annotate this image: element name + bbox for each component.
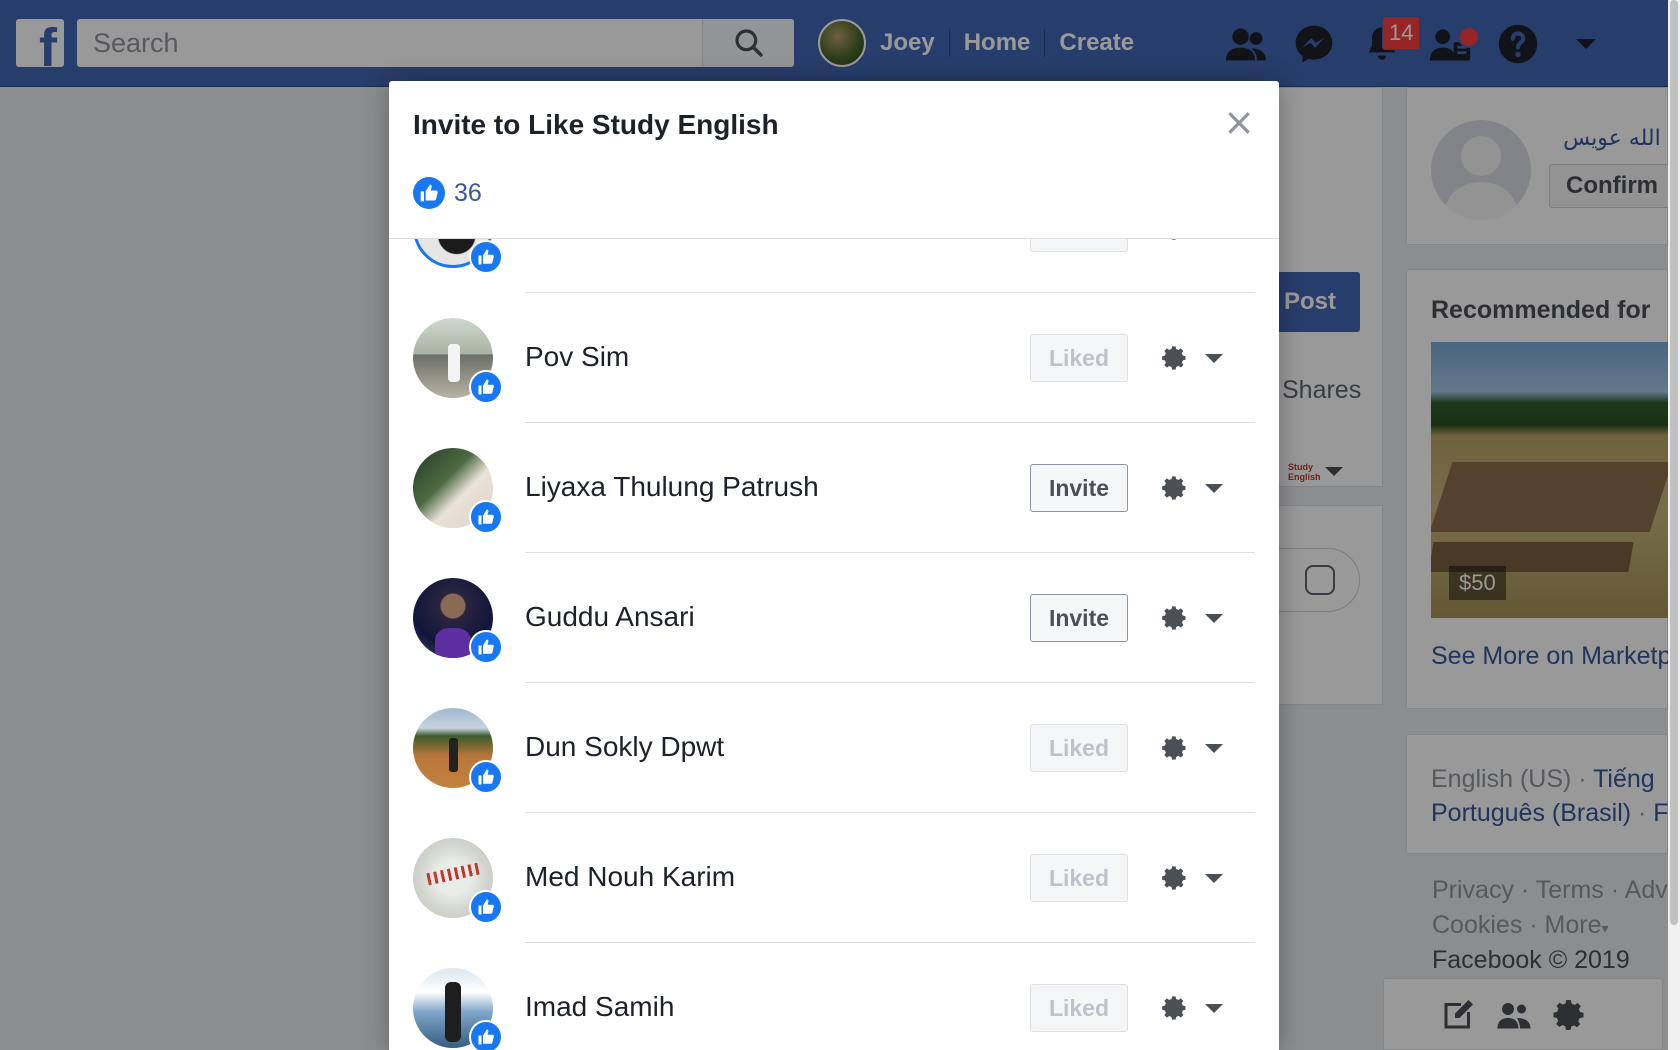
gear-icon[interactable] (1161, 604, 1189, 632)
scrollbar-thumb[interactable] (1670, 0, 1678, 925)
list-item: Guddu Ansari Invite (389, 553, 1279, 683)
like-badge-icon (469, 890, 503, 924)
close-icon[interactable]: × (1221, 103, 1257, 141)
caret-down-icon[interactable] (1205, 354, 1223, 363)
like-count-row: 36 (413, 177, 482, 209)
gear-icon[interactable] (1161, 864, 1189, 892)
list-item: Imad Samih Liked (389, 943, 1279, 1050)
liked-button[interactable]: Liked (1030, 334, 1128, 382)
person-name[interactable]: Imad Samih (525, 991, 674, 1023)
list-item: Med Nouh Karim Liked (389, 813, 1279, 943)
page-scrollbar[interactable] (1668, 0, 1680, 1050)
person-name[interactable]: Pov Sim (525, 341, 629, 373)
gear-icon[interactable] (1161, 238, 1189, 242)
caret-down-icon[interactable] (1205, 484, 1223, 493)
gear-icon[interactable] (1161, 734, 1189, 762)
liked-button[interactable]: Liked (1030, 724, 1128, 772)
person-name[interactable]: Menaka Dilhan Premarathna (525, 239, 881, 243)
like-badge-icon (469, 500, 503, 534)
invite-button[interactable]: Invite (1030, 464, 1128, 512)
like-badge-icon (469, 630, 503, 664)
person-name[interactable]: Med Nouh Karim (525, 861, 735, 893)
list-item: Liyaxa Thulung Patrush Invite (389, 423, 1279, 553)
liked-button[interactable]: Liked (1030, 239, 1128, 252)
caret-down-icon[interactable] (1205, 1004, 1223, 1013)
like-badge-icon (469, 370, 503, 404)
invite-button[interactable]: Invite (1030, 594, 1128, 642)
caret-down-icon[interactable] (1205, 744, 1223, 753)
caret-down-icon[interactable] (1205, 614, 1223, 623)
liked-button[interactable]: Liked (1030, 984, 1128, 1032)
invite-modal: Invite to Like Study English × 36 Menaka… (389, 81, 1279, 1050)
like-icon (413, 177, 445, 209)
person-name[interactable]: Guddu Ansari (525, 601, 695, 633)
caret-down-icon[interactable] (1205, 874, 1223, 883)
list-item: Menaka Dilhan Premarathna Liked (389, 238, 1279, 293)
gear-icon[interactable] (1161, 474, 1189, 502)
list-item: Dun Sokly Dpwt Liked (389, 683, 1279, 813)
person-name[interactable]: Dun Sokly Dpwt (525, 731, 724, 763)
liked-button[interactable]: Liked (1030, 854, 1128, 902)
list-item: Pov Sim Liked (389, 293, 1279, 423)
like-badge-icon (469, 760, 503, 794)
modal-title: Invite to Like Study English (413, 109, 779, 140)
like-count[interactable]: 36 (454, 179, 482, 208)
like-badge-icon (469, 1020, 503, 1050)
like-badge-icon (469, 240, 503, 274)
people-list[interactable]: Menaka Dilhan Premarathna Liked Pov Sim … (389, 238, 1279, 1050)
people-list-inner: Menaka Dilhan Premarathna Liked Pov Sim … (389, 238, 1279, 1050)
person-name[interactable]: Liyaxa Thulung Patrush (525, 471, 819, 503)
gear-icon[interactable] (1161, 344, 1189, 372)
gear-icon[interactable] (1161, 994, 1189, 1022)
